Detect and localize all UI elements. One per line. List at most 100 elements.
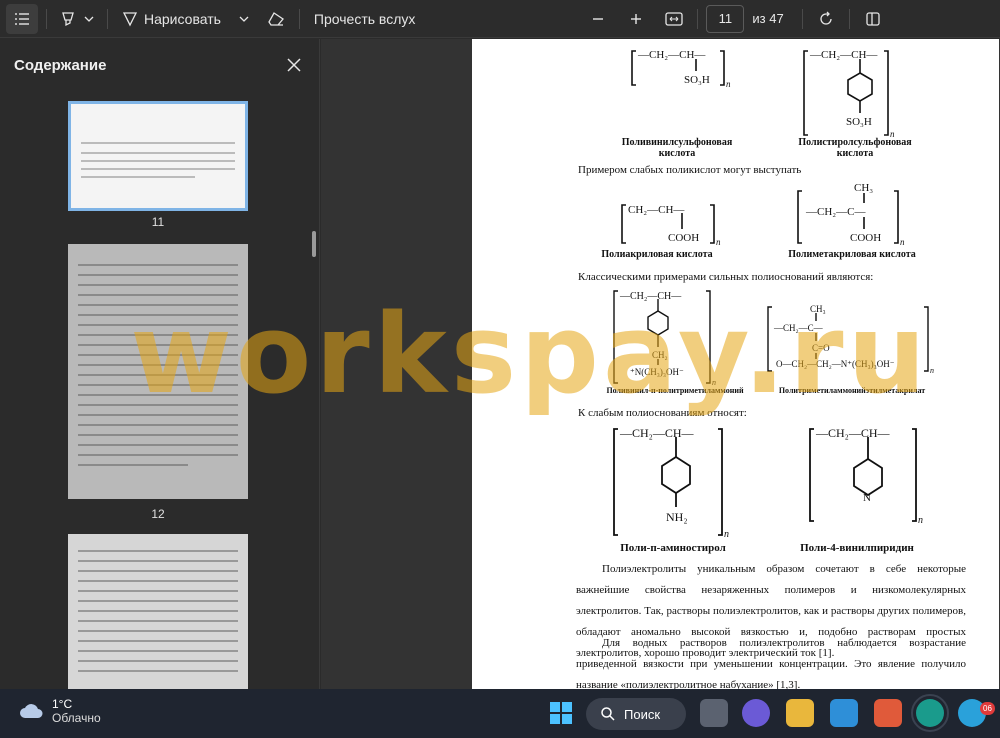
zoom-in-button[interactable]	[621, 4, 651, 34]
svg-text:COOH: COOH	[850, 232, 881, 244]
draw-button[interactable]: Нарисовать	[116, 4, 255, 34]
highlighter-icon	[62, 11, 74, 26]
task-view-icon[interactable]	[700, 699, 728, 727]
structure-name: Полистиролсульфоновая кислота	[798, 137, 912, 159]
page-thumbnail-12[interactable]	[68, 244, 248, 499]
page-count-label: из 47	[752, 11, 784, 26]
thumbnail-line	[78, 600, 238, 602]
weather-description: Облачно	[52, 711, 101, 725]
thumbnail-line	[78, 394, 238, 396]
thumbnail-line	[78, 304, 238, 306]
thumbnail-line	[78, 284, 238, 286]
thumbnail-line	[78, 550, 238, 552]
list-icon	[15, 12, 29, 25]
svg-text:NH₂: NH₂	[666, 510, 688, 524]
structure-name: Политриметиламмонийэтилметакрилат	[778, 386, 926, 395]
thumbnail-line	[78, 354, 238, 356]
read-aloud-label: Прочесть вслух	[313, 10, 416, 27]
thumbnail-line	[78, 590, 238, 592]
thumbnail-line	[78, 434, 238, 436]
structure-poly-p-aminostyrene: —CH₂—CH— NH₂ n	[613, 426, 729, 540]
notification-badge: 06	[980, 702, 995, 715]
paragraph: Для водных растворов полиэлектролитов на…	[576, 637, 966, 689]
structure-name: Полиакриловая кислота	[601, 249, 713, 260]
thumbnail-line	[81, 168, 235, 170]
rotate-button[interactable]	[811, 4, 841, 34]
thumbnail-line	[78, 640, 238, 642]
structure-poly-4-vinylpyridine: —CH₂—CH— N n	[809, 426, 923, 526]
svg-text:—CH₂—CH—: —CH₂—CH—	[619, 291, 682, 302]
close-icon	[287, 58, 301, 72]
windows-icon	[550, 702, 572, 724]
fit-page-button[interactable]	[659, 4, 689, 34]
thumbnail-line	[78, 324, 238, 326]
thumbnail-line	[78, 560, 238, 562]
search-icon	[601, 707, 615, 721]
search-label: Поиск	[624, 706, 661, 722]
edge-browser-icon[interactable]	[911, 694, 949, 732]
thumbnail-line	[78, 620, 238, 622]
toolbar-divider	[107, 8, 108, 29]
thumbnail-line	[78, 384, 238, 386]
svg-text:n: n	[724, 529, 729, 540]
video-call-icon[interactable]	[742, 699, 770, 727]
svg-text:—CH₂—C—: —CH₂—C—	[773, 323, 824, 333]
sidebar-close-button[interactable]	[282, 53, 306, 77]
thumbnail-line	[78, 334, 238, 336]
thumbnail-line	[78, 344, 238, 346]
svg-text:—CH₂—CH—: —CH₂—CH—	[637, 49, 706, 61]
svg-text:CH₃: CH₃	[810, 304, 826, 314]
cloud-icon	[20, 704, 43, 718]
eraser-button[interactable]	[261, 4, 291, 34]
svg-text:C=O: C=O	[812, 343, 830, 353]
toolbar-divider	[46, 8, 47, 29]
structure-name: Полиметакриловая кислота	[788, 249, 916, 260]
pen-icon	[122, 11, 138, 26]
taskbar-search-button[interactable]: Поиск	[586, 698, 686, 730]
start-button[interactable]	[548, 700, 574, 726]
svg-text:CH₂—CH—: CH₂—CH—	[628, 204, 685, 216]
read-aloud-button[interactable]: Прочесть вслух	[308, 4, 421, 34]
page-view-icon	[866, 11, 880, 26]
office-icon[interactable]	[874, 699, 902, 727]
structure-polyvinylbenzyltrimethylammonium: —CH₂—CH— CH₂ ⁺N(CH₃)₃OH⁻ n	[613, 290, 716, 387]
file-explorer-icon[interactable]	[786, 699, 814, 727]
thumbnail-line	[81, 176, 195, 178]
rotate-icon	[820, 11, 832, 25]
fit-width-icon	[665, 11, 684, 26]
taskbar: 1°C Облачно Поиск	[0, 689, 1000, 738]
thumbnail-line	[78, 660, 238, 662]
page-thumbnail-13[interactable]	[68, 534, 248, 689]
toolbar-divider	[298, 8, 300, 29]
svg-text:—CH₂—CH—: —CH₂—CH—	[619, 426, 695, 440]
page-view-button[interactable]	[858, 4, 888, 34]
thumbnail-line	[78, 264, 238, 266]
thumbnail-line	[78, 294, 238, 296]
page-thumbnail-11[interactable]	[68, 101, 248, 211]
thumbnail-line	[81, 152, 235, 154]
thumbnail-line	[78, 580, 238, 582]
svg-text:n: n	[930, 366, 934, 375]
svg-text:⁺N(CH₃)₃OH⁻: ⁺N(CH₃)₃OH⁻	[630, 367, 684, 377]
svg-text:O—CH₂—CH₂—N⁺(CH₃)₃OH⁻: O—CH₂—CH₂—N⁺(CH₃)₃OH⁻	[776, 359, 895, 369]
sidebar-scrollbar[interactable]	[312, 231, 316, 257]
contents-toggle-button[interactable]	[6, 3, 38, 34]
store-icon[interactable]	[830, 699, 858, 727]
thumbnail-line	[78, 610, 238, 612]
toolbar: Нарисовать Прочесть вслух 11 из 47	[0, 0, 1000, 38]
thumbnail-line	[81, 142, 235, 144]
thumbnail-label-12: 12	[151, 507, 165, 521]
eraser-icon	[268, 11, 284, 26]
structure-name: Поли-4-винилпиридин	[800, 542, 914, 554]
thumbnail-line	[78, 404, 238, 406]
thumbnail-line	[78, 454, 238, 456]
zoom-out-button[interactable]	[583, 4, 613, 34]
weather-widget[interactable]: 1°C Облачно	[18, 697, 101, 725]
thumbnail-line	[78, 274, 238, 276]
page-number-input[interactable]: 11	[706, 4, 745, 33]
structure-polyvinylsulfonic-acid: —CH₂—CH— SO₃H n	[631, 49, 731, 89]
svg-text:SO₃H: SO₃H	[846, 116, 872, 128]
sidebar-title: Содержание	[14, 57, 107, 74]
highlight-button[interactable]	[55, 4, 99, 34]
thumbnail-line	[78, 314, 238, 316]
